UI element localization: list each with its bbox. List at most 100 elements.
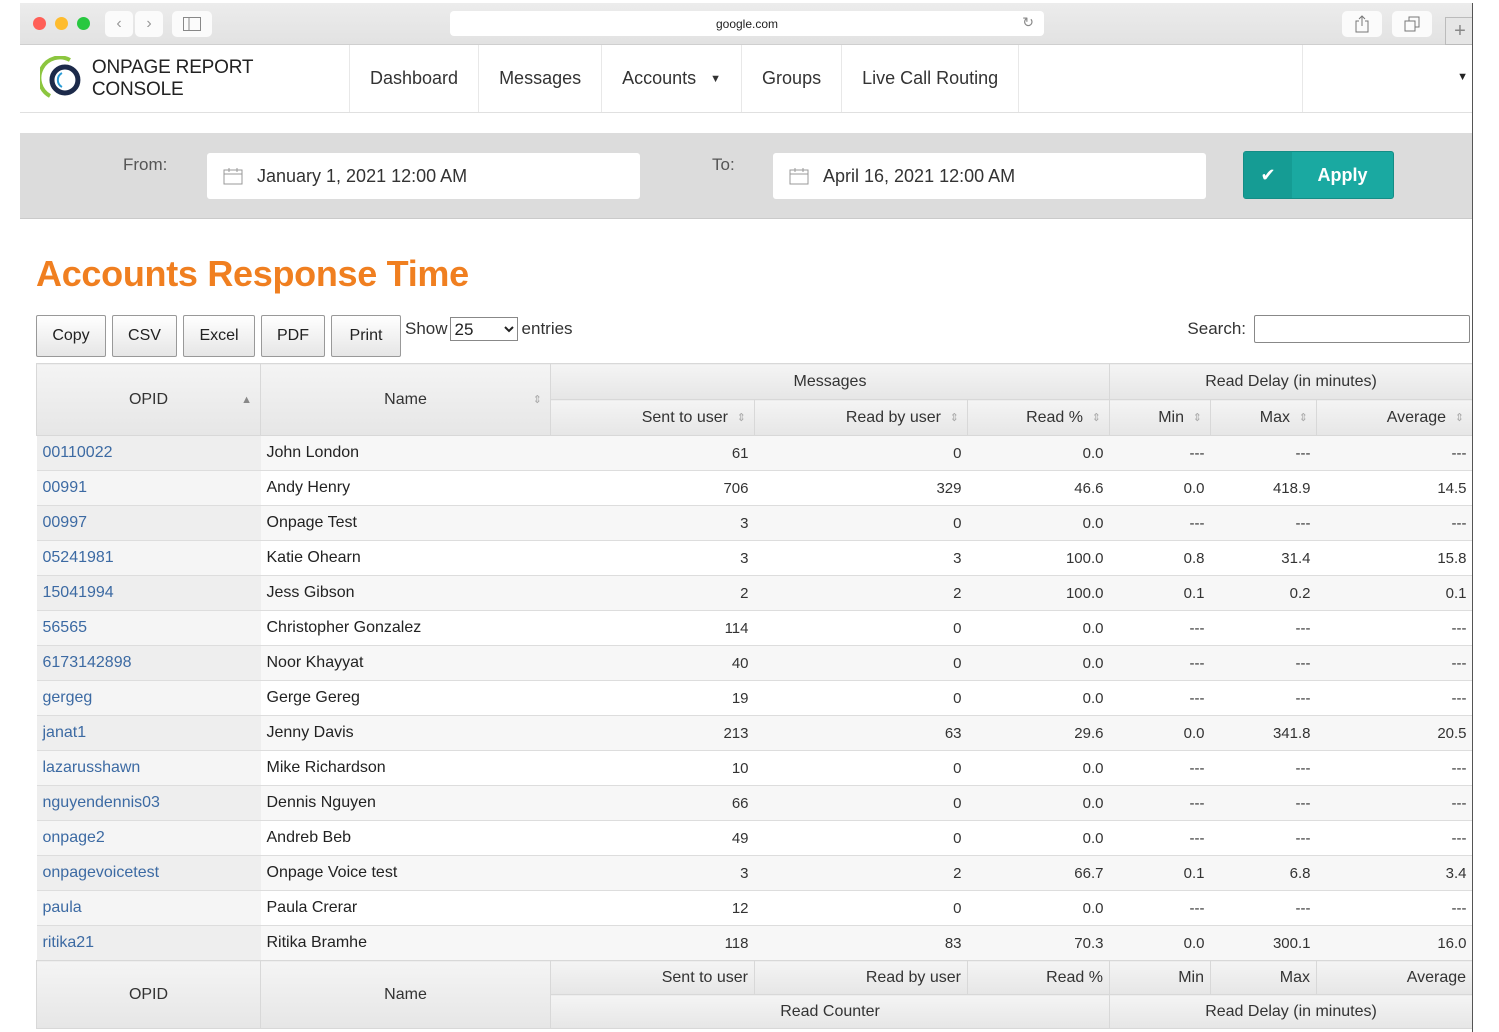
col-header-name-label: Name: [384, 390, 427, 408]
reload-icon[interactable]: ↻: [1022, 14, 1034, 31]
sort-icon: ⇕: [949, 411, 959, 424]
cell-sent: 118: [550, 925, 755, 961]
from-date-input[interactable]: January 1, 2021 12:00 AM: [207, 153, 640, 199]
nav-groups[interactable]: Groups: [742, 45, 843, 112]
cell-name: Noor Khayyat: [260, 645, 551, 681]
copy-button[interactable]: Copy: [36, 315, 106, 357]
excel-button[interactable]: Excel: [183, 315, 255, 357]
footer-sent: Sent to user: [550, 960, 755, 995]
pdf-button[interactable]: PDF: [261, 315, 325, 357]
cell-avg: 15.8: [1316, 540, 1472, 576]
cell-min: ---: [1109, 750, 1211, 786]
opid-link[interactable]: ritika21: [43, 934, 95, 951]
cell-read-pct: 46.6: [967, 470, 1110, 506]
col-header-name[interactable]: Name ⇕: [260, 363, 551, 436]
brand[interactable]: ONPAGE REPORT CONSOLE: [20, 45, 350, 112]
sort-icon: ⇕: [532, 393, 542, 406]
cell-avg: ---: [1316, 505, 1472, 541]
page-size-select[interactable]: 25: [449, 317, 518, 341]
cell-read: 0: [754, 785, 968, 821]
show-tabs-button[interactable]: [1392, 11, 1432, 37]
forward-button[interactable]: ›: [135, 11, 163, 37]
col-header-avg[interactable]: Average ⇕: [1315, 399, 1472, 436]
calendar-icon: [223, 168, 243, 185]
sidebar-toggle-button[interactable]: [172, 11, 212, 37]
footer-opid: OPID: [36, 960, 261, 1029]
cell-name: Christopher Gonzalez: [260, 610, 551, 646]
cell-avg: ---: [1316, 820, 1472, 856]
cell-avg: 14.5: [1316, 470, 1472, 506]
to-date-input[interactable]: April 16, 2021 12:00 AM: [773, 153, 1206, 199]
share-icon: [1355, 15, 1369, 33]
cell-read: 329: [754, 470, 968, 506]
cell-read: 0: [754, 435, 968, 471]
user-menu-caret-icon[interactable]: ▼: [1457, 71, 1468, 83]
cell-read-pct: 0.0: [967, 645, 1110, 681]
cell-name: Jess Gibson: [260, 575, 551, 611]
to-label: To:: [712, 155, 735, 174]
minimize-window-button[interactable]: [55, 17, 68, 30]
table-row: 05241981 Katie Ohearn 3 3 100.0 0.8 31.4 15.8: [36, 540, 1472, 576]
print-button[interactable]: Print: [331, 315, 401, 357]
from-date-value: January 1, 2021 12:00 AM: [257, 165, 468, 186]
opid-link[interactable]: 56565: [43, 619, 88, 636]
cell-read-pct: 66.7: [967, 855, 1110, 891]
cell-sent: 2: [550, 575, 755, 611]
col-header-min[interactable]: Min ⇕: [1109, 399, 1211, 436]
cell-max: ---: [1210, 505, 1317, 541]
nav-dashboard[interactable]: Dashboard: [350, 45, 480, 112]
cell-name: John London: [260, 435, 551, 471]
cell-sent: 12: [550, 890, 755, 926]
back-button[interactable]: ‹: [105, 11, 133, 37]
cell-max: ---: [1210, 820, 1317, 856]
cell-min: 0.8: [1109, 540, 1211, 576]
table-row: janat1 Jenny Davis 213 63 29.6 0.0 341.8 20.5: [36, 715, 1472, 751]
opid-link[interactable]: 05241981: [43, 549, 114, 566]
opid-link[interactable]: lazarusshawn: [43, 759, 141, 776]
address-bar[interactable]: google.com ↻: [450, 11, 1044, 36]
export-toolbar: Copy CSV Excel PDF Print Show 25 entries: [36, 315, 573, 357]
search-input[interactable]: [1254, 315, 1470, 343]
share-button[interactable]: [1342, 11, 1382, 37]
opid-link[interactable]: 6173142898: [43, 654, 132, 671]
apply-button[interactable]: ✔ Apply: [1243, 151, 1394, 199]
new-tab-button[interactable]: +: [1445, 17, 1472, 45]
cell-opid: onpagevoicetest: [36, 855, 261, 891]
opid-link[interactable]: nguyendennis03: [43, 794, 160, 811]
cell-sent: 49: [550, 820, 755, 856]
col-header-sent[interactable]: Sent to user ⇕: [550, 399, 755, 436]
csv-button[interactable]: CSV: [112, 315, 177, 357]
search-control: Search:: [1187, 315, 1470, 343]
cell-opid: 6173142898: [36, 645, 261, 681]
show-label: Show: [405, 319, 448, 338]
tabs-icon: [1404, 16, 1420, 32]
nav-messages-label: Messages: [499, 68, 582, 88]
cell-max: ---: [1210, 680, 1317, 716]
cell-read-pct: 0.0: [967, 505, 1110, 541]
cell-name: Ritika Bramhe: [260, 925, 551, 961]
opid-link[interactable]: onpage2: [43, 829, 105, 846]
nav-accounts[interactable]: Accounts ▼: [602, 45, 743, 112]
opid-link[interactable]: gergeg: [43, 689, 93, 706]
table-body: 00110022 John London 61 0 0.0 --- --- --- 00991 A…: [36, 435, 1472, 961]
col-header-opid[interactable]: OPID ▲: [36, 363, 261, 436]
col-header-read-pct-label: Read %: [1026, 408, 1083, 426]
opid-link[interactable]: 00997: [43, 514, 88, 531]
nav-dashboard-label: Dashboard: [370, 68, 459, 88]
cell-max: 31.4: [1210, 540, 1317, 576]
cell-max: ---: [1210, 435, 1317, 471]
opid-link[interactable]: 00110022: [43, 444, 113, 461]
nav-live-call-routing[interactable]: Live Call Routing: [842, 45, 1020, 112]
col-header-read-pct[interactable]: Read % ⇕: [967, 399, 1110, 436]
close-window-button[interactable]: [33, 17, 46, 30]
col-header-read[interactable]: Read by user ⇕: [754, 399, 968, 436]
cell-sent: 3: [550, 505, 755, 541]
opid-link[interactable]: 00991: [43, 479, 88, 496]
opid-link[interactable]: onpagevoicetest: [43, 864, 160, 881]
opid-link[interactable]: janat1: [43, 724, 87, 741]
maximize-window-button[interactable]: [77, 17, 90, 30]
col-header-max[interactable]: Max ⇕: [1210, 399, 1317, 436]
nav-messages[interactable]: Messages: [479, 45, 603, 112]
opid-link[interactable]: paula: [43, 899, 82, 916]
opid-link[interactable]: 15041994: [43, 584, 114, 601]
